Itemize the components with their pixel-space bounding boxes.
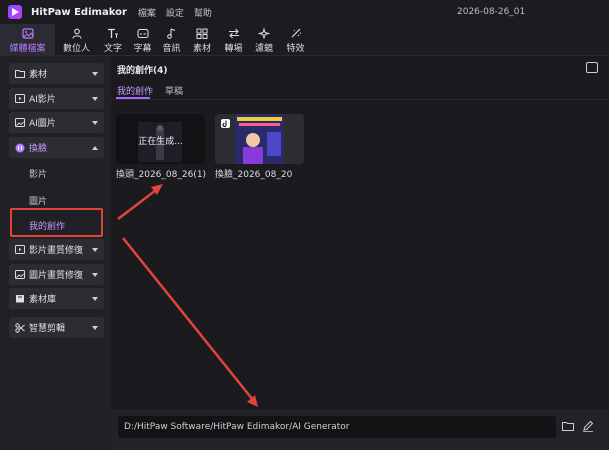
subtitle-icon	[136, 27, 150, 40]
music-icon	[165, 27, 179, 40]
app-logo-icon	[8, 5, 22, 19]
tab-transition[interactable]: 轉場	[218, 24, 249, 55]
menu-help[interactable]: 幫助	[194, 6, 212, 19]
main-toolbar: 媒體檔案 數位人 文字 字幕 音訊 素材 轉場 濾鏡 特效	[0, 24, 609, 55]
chevron-down-icon	[92, 247, 98, 252]
generating-status: 正在生成...	[138, 137, 183, 147]
menu-file[interactable]: 檔案	[138, 6, 156, 19]
sidebar-group-face-swap[interactable]: 換臉	[9, 137, 104, 158]
tab-avatar-label: 數位人	[62, 44, 90, 54]
message-icon[interactable]	[586, 62, 598, 73]
sidebar-item-video[interactable]: 影片	[29, 167, 47, 180]
content-tabs: 我的創作 草稿	[117, 84, 195, 97]
open-folder-icon[interactable]	[561, 419, 575, 433]
sidebar-group-video-enhance[interactable]: 影片畫質修復	[9, 239, 104, 260]
folder-icon	[15, 69, 25, 79]
tab-text[interactable]: 文字	[98, 24, 128, 55]
app-name: HitPaw Edimakor	[31, 6, 127, 18]
project-name: 2026-08-26_01	[457, 7, 526, 17]
sidebar-group-ai-video-label: AI影片	[29, 95, 56, 105]
chevron-down-icon	[92, 325, 98, 330]
sidebar-group-smart-cut[interactable]: 智慧剪輯	[9, 317, 104, 338]
chevron-down-icon	[92, 96, 98, 101]
tab-drafts[interactable]: 草稿	[165, 84, 183, 97]
library-icon	[15, 294, 25, 304]
chevron-down-icon	[92, 71, 98, 76]
effects-icon	[289, 27, 303, 40]
sidebar-group-assets-label: 素材	[29, 70, 48, 80]
tab-audio-label: 音訊	[162, 44, 181, 54]
chevron-down-icon	[92, 296, 98, 301]
chevron-up-icon	[92, 145, 98, 150]
tab-stickers[interactable]: 素材	[186, 24, 218, 55]
tab-media[interactable]: 媒體檔案	[0, 24, 55, 55]
annotation-highlight-box	[10, 208, 103, 237]
ai-video-icon	[15, 94, 25, 104]
sidebar-group-face-swap-label: 換臉	[29, 144, 48, 154]
transition-icon	[227, 27, 241, 40]
output-path-field[interactable]	[118, 416, 556, 438]
edit-path-icon[interactable]	[581, 419, 595, 433]
tab-filter[interactable]: 濾鏡	[249, 24, 279, 55]
avatar-icon	[70, 27, 84, 40]
title-bar: HitPaw Edimakor 檔案 設定 幫助 2026-08-26_01	[0, 0, 609, 24]
sidebar-group-ai-image-label: AI圖片	[29, 119, 56, 129]
sidebar-group-smart-cut-label: 智慧剪輯	[29, 324, 66, 334]
sidebar-group-ai-video[interactable]: AI影片	[9, 88, 104, 109]
tab-media-label: 媒體檔案	[9, 44, 46, 54]
tab-subtitle-label: 字幕	[133, 44, 152, 54]
tabs-divider	[111, 99, 609, 100]
sidebar-group-library[interactable]: 素材庫	[9, 288, 104, 309]
tab-text-label: 文字	[103, 44, 122, 54]
tab-stickers-label: 素材	[192, 44, 211, 54]
tab-my-creations[interactable]: 我的創作	[117, 84, 153, 97]
sidebar-item-image[interactable]: 圖片	[29, 194, 47, 207]
creation-card-2-label: 換臉_2026_08_20	[215, 170, 293, 180]
text-icon	[106, 27, 120, 40]
media-icon	[21, 27, 35, 40]
tab-avatar[interactable]: 數位人	[55, 24, 98, 55]
page-title: 我的創作(4)	[117, 66, 168, 76]
sidebar-group-ai-image[interactable]: AI圖片	[9, 112, 104, 133]
chevron-down-icon	[92, 120, 98, 125]
creation-card-2[interactable]	[215, 114, 304, 164]
tab-transition-label: 轉場	[224, 44, 243, 54]
sticker-icon	[195, 27, 209, 40]
ai-image-icon	[15, 118, 25, 128]
smart-cut-icon	[15, 322, 25, 333]
creation-card-1[interactable]: 正在生成...	[116, 114, 205, 164]
filter-icon	[257, 27, 271, 40]
sidebar-group-video-enhance-label: 影片畫質修復	[29, 246, 84, 256]
image-enhance-icon	[15, 270, 25, 280]
video-enhance-icon	[15, 245, 25, 255]
tab-audio[interactable]: 音訊	[157, 24, 186, 55]
face-swap-icon	[15, 143, 25, 153]
sidebar-group-assets[interactable]: 素材	[9, 63, 104, 84]
tab-effects-label: 特效	[286, 44, 305, 54]
sidebar-group-image-enhance-label: 圖片畫質修復	[29, 271, 84, 281]
sidebar-group-image-enhance[interactable]: 圖片畫質修復	[9, 264, 104, 285]
chevron-down-icon	[92, 272, 98, 277]
sidebar-group-library-label: 素材庫	[29, 295, 57, 305]
tab-filter-label: 濾鏡	[254, 44, 273, 54]
tab-subtitle[interactable]: 字幕	[128, 24, 157, 55]
tab-effects[interactable]: 特效	[279, 24, 312, 55]
menu-settings[interactable]: 設定	[166, 6, 184, 19]
creation-card-1-label: 換頭_2026_08_26(1)	[116, 170, 207, 180]
tiktok-icon	[221, 119, 230, 128]
